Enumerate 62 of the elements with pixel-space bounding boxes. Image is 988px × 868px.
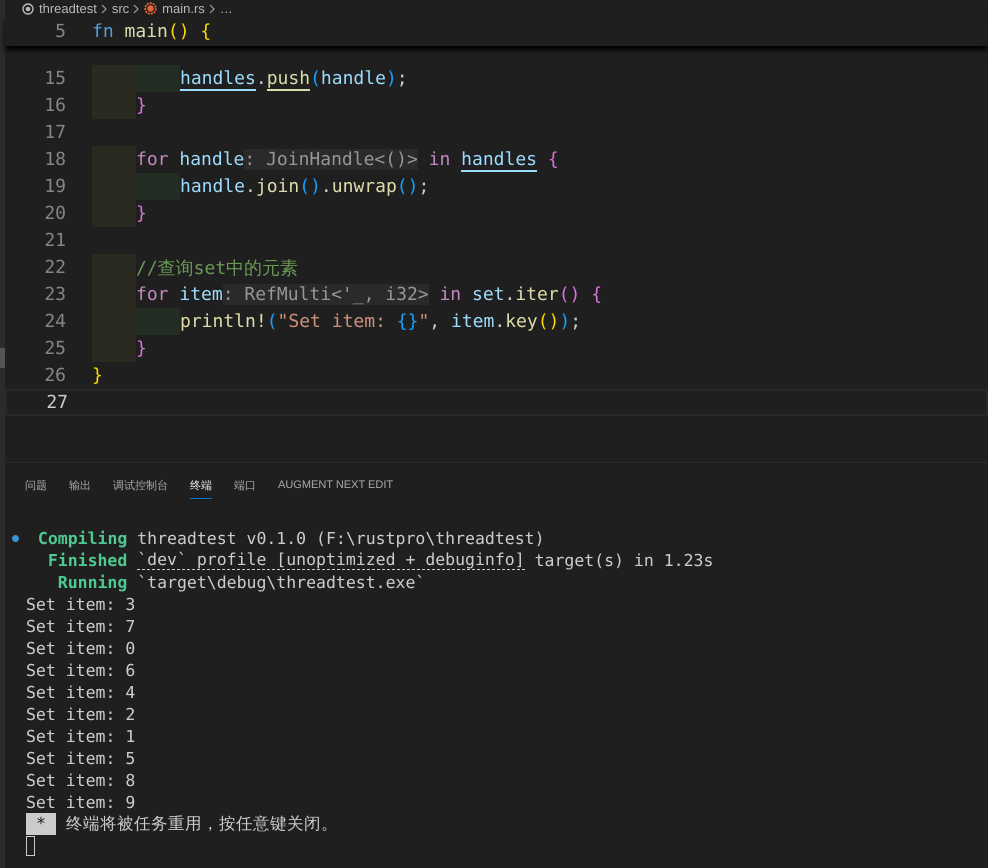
line-number: 27 xyxy=(45,392,69,413)
line-number: 18 xyxy=(43,149,67,170)
terminal-message: 终端将被任务重用，按任意键关闭。 xyxy=(66,813,338,835)
circle-icon xyxy=(22,2,34,14)
code-line: //查询set中的元素 xyxy=(136,256,298,280)
line-number: 17 xyxy=(43,122,67,143)
line-number: 15 xyxy=(43,68,67,89)
terminal-output: Set item: 1 xyxy=(26,726,136,746)
panel-tab[interactable]: 调试控制台 xyxy=(113,475,168,499)
code-line: for item: RefMulti<'_, i32> in set.iter() { xyxy=(136,284,602,305)
line-number: 23 xyxy=(43,284,67,305)
panel-tab[interactable]: 端口 xyxy=(234,475,256,499)
terminal-output: Set item: 0 xyxy=(26,638,136,658)
status-label: Finished xyxy=(46,550,128,570)
line-number: 5 xyxy=(54,21,67,42)
line-number: 24 xyxy=(43,311,67,332)
code-line: for handle: JoinHandle<()> in handles { xyxy=(136,149,559,170)
line-number: 22 xyxy=(43,257,67,278)
terminal-output: Set item: 9 xyxy=(26,792,136,812)
terminal-cursor xyxy=(26,836,35,856)
terminal-output: Set item: 2 xyxy=(26,704,136,724)
chevron-icon xyxy=(133,4,140,14)
line-number: 20 xyxy=(43,203,67,224)
terminal-output: Set item: 8 xyxy=(26,770,136,790)
terminal-output: Set item: 6 xyxy=(26,660,136,680)
breadcrumb-item[interactable]: main.rs xyxy=(162,1,205,16)
line-number: 19 xyxy=(43,176,67,197)
panel-tab[interactable]: 终端 xyxy=(190,475,212,499)
indent-guide xyxy=(136,65,180,92)
code-line: println!("Set item: {}", item.key()); xyxy=(180,311,582,332)
terminal-output: Set item: 3 xyxy=(26,594,136,614)
status-label: Running xyxy=(56,572,128,592)
line-number: 26 xyxy=(43,365,67,386)
breadcrumb-item[interactable]: … xyxy=(220,1,233,16)
line-number: 25 xyxy=(43,338,67,359)
code-line: } xyxy=(136,203,147,224)
terminal-output: Set item: 7 xyxy=(26,616,136,636)
task-badge: * xyxy=(26,813,56,835)
terminal-text: threadtest v0.1.0 (F:\rustpro\threadtest) xyxy=(137,528,545,548)
panel-tab[interactable]: 问题 xyxy=(25,475,47,499)
panel-tab[interactable]: AUGMENT NEXT EDIT xyxy=(278,475,394,499)
gear-icon xyxy=(144,2,158,15)
code-line: fn main() { xyxy=(92,21,212,42)
scroll-marker xyxy=(0,348,5,368)
chevron-icon xyxy=(100,4,108,14)
code-line: } xyxy=(92,365,103,386)
terminal-output: Set item: 5 xyxy=(26,748,136,768)
breadcrumb-item[interactable]: src xyxy=(112,1,130,16)
status-label: Compiling xyxy=(36,528,128,548)
code-line: handle.join().unwrap(); xyxy=(180,176,430,197)
chevron-icon xyxy=(208,4,216,14)
code-line: } xyxy=(136,95,147,116)
terminal-text: target(s) in 1.23s xyxy=(534,550,714,570)
line-number: 16 xyxy=(43,95,67,116)
terminal-output: Set item: 4 xyxy=(26,682,136,702)
line-number: 21 xyxy=(43,230,67,251)
breadcrumb-item[interactable]: threadtest xyxy=(39,1,97,16)
code-line: handles.push(handle); xyxy=(180,68,408,89)
terminal-link[interactable]: `dev` profile [unoptimized + debuginfo] xyxy=(137,550,525,570)
panel-tab[interactable]: 输出 xyxy=(69,475,91,499)
terminal-text: `target\debug\threadtest.exe` xyxy=(137,572,426,592)
code-line: } xyxy=(136,338,147,359)
